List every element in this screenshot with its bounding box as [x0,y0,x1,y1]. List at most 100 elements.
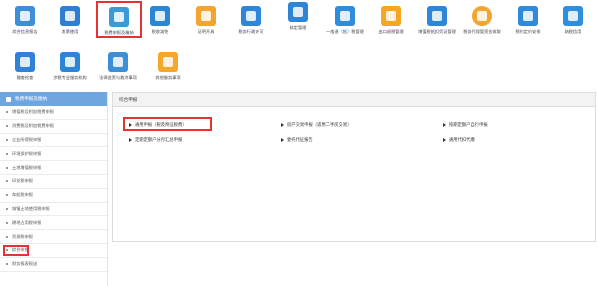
sidebar-item-label: 环境保护税申报 [12,150,42,156]
tool-label: 税费申报及缴纳 [104,30,134,35]
link-fixed-quota[interactable]: 按期定额户自行申报 [443,122,488,128]
tool-legal[interactable]: 法律追责与救济事项 [95,46,141,86]
sidebar-item-farmland[interactable]: 耕地占用税申报 [0,216,107,231]
bullet-icon [6,111,8,114]
sidebar-item-land-use[interactable]: 城镇土地使用税申报 [0,203,107,217]
tool-label: 发票使用 [61,29,79,34]
sidebar-item-label: 印花税申报 [12,178,33,184]
sidebar-item-environment[interactable]: 环境保护税申报 [0,147,107,162]
tool-label: 其他服务事项 [155,75,181,80]
tool-inspect[interactable]: 稽查检查 [2,46,48,86]
tool-label: 法律追责与救济事项 [99,75,137,80]
sidebar-item-label: 增值税及附加税费申报 [12,109,54,115]
sidebar-header[interactable]: 税费申报及缴纳 [0,92,107,106]
sidebar-item-label: 耕地占用税申报 [12,219,42,225]
tax-declare-icon [109,7,129,27]
tool-assessment[interactable]: 核定管理 [275,0,321,36]
sidebar-item-label: 财务报表报送 [12,261,38,267]
credit-icon [563,6,583,26]
sidebar-item-stamp[interactable]: 印花税申报 [0,175,107,189]
tool-label: 预约定价安排 [515,29,541,34]
tool-tax-declare[interactable]: 税费申报及缴纳 [96,1,142,38]
triangle-icon [443,138,446,142]
fund-icon [472,6,492,26]
triangle-icon [281,123,284,127]
service-toolbar: 综合信息报告 发票使用 税费申报及缴纳 税收减免 证明开具 税务行政许可 核定管… [0,0,598,92]
tax-relief-icon [150,6,170,26]
link-label: 按期定额户自行申报 [449,123,488,128]
link-withholding[interactable]: 通用代扣代缴 [443,137,475,143]
tool-label: 一般退（抵）税管理 [326,29,364,34]
sidebar-item-land-value[interactable]: 土地增值税申报 [0,161,107,175]
tool-fund[interactable]: 税务代保管资金收取 [459,0,505,40]
sidebar-item-vat[interactable]: 增值税及附加税费申报 [0,106,107,120]
export-icon [381,6,401,26]
bullet-icon [6,221,8,224]
tool-refund[interactable]: 一般退（抵）税管理 [322,0,368,40]
sidebar-item-label: 城镇土地使用税申报 [12,205,50,211]
sidebar-item-label: 资源税申报 [12,233,33,239]
tool-label: 增值税抵扣凭证管理 [418,29,456,34]
report-icon [15,6,35,26]
tool-label: 综合信息报告 [12,29,38,34]
tool-permit[interactable]: 税务行政许可 [228,0,274,40]
legal-icon [108,52,128,72]
declare-panel: 综合申报 通用申报（税及附征税费） 房产交易申报（适用二手房交易） 按期定额户自… [112,92,596,242]
sidebar-item-label: 消费税及附加税费申报 [12,123,54,129]
link-entrusted-report[interactable]: 委托代征报告 [281,137,313,143]
link-house-transaction[interactable]: 房产交易申报（适用二手房交易） [281,122,351,128]
triangle-icon [443,123,446,127]
link-label: 通用代扣代缴 [449,138,475,143]
sidebar-item-label: 车船税申报 [12,192,33,198]
sidebar-title: 税费申报及缴纳 [15,97,48,102]
tool-label: 税收减免 [151,29,169,34]
sidebar-item-comprehensive[interactable]: 综合申报 [0,244,107,258]
tool-report[interactable]: 综合信息报告 [2,0,48,40]
other-icon [158,52,178,72]
invoice-icon [60,6,80,26]
tool-label: 税务代保管资金收取 [463,29,501,34]
bullet-icon [6,207,8,210]
tool-schedule[interactable]: 预约定价安排 [505,0,551,40]
triangle-icon [129,123,132,127]
tool-label: 出口退税管理 [378,29,404,34]
tool-label: 核定管理 [289,25,307,30]
link-general-declare[interactable]: 通用申报（税及附征税费） [129,122,187,128]
link-label: 房产交易申报（适用二手房交易） [287,123,352,128]
sidebar-item-label: 土地增值税申报 [12,164,42,170]
sidebar: 税费申报及缴纳 增值税及附加税费申报 消费税及附加税费申报 企业所得税申报 环境… [0,92,108,286]
sidebar-item-financial[interactable]: 财务报表报送 [0,258,107,272]
tool-certificate[interactable]: 证明开具 [183,0,229,40]
bullet-icon [6,263,8,266]
tool-label: 税务行政许可 [238,29,264,34]
triangle-icon [281,138,284,142]
tool-agency[interactable]: 涉税专业服务机构 [47,46,93,86]
bullet-icon [6,152,8,155]
refund-icon [335,6,355,26]
link-monthly-summary[interactable]: 定期定额户分月汇总申报 [129,137,182,143]
main-content: 综合申报 通用申报（税及附征税费） 房产交易申报（适用二手房交易） 按期定额户自… [112,92,596,242]
sidebar-item-label: 企业所得税申报 [12,136,42,142]
sidebar-item-consumption[interactable]: 消费税及附加税费申报 [0,120,107,134]
tool-vat[interactable]: 增值税抵扣凭证管理 [414,0,460,40]
bullet-icon [6,166,8,169]
link-label: 通用申报（税及附征税费） [135,123,187,128]
highlight-box [3,244,29,256]
certificate-icon [196,6,216,26]
menu-icon [6,96,11,102]
tool-invoice[interactable]: 发票使用 [47,0,93,40]
chart-icon [288,2,308,22]
sidebar-item-income[interactable]: 企业所得税申报 [0,134,107,148]
tool-label: 纳税信用 [564,29,582,34]
schedule-icon [518,6,538,26]
bullet-icon [6,235,8,238]
sidebar-item-vehicle[interactable]: 车船税申报 [0,189,107,203]
tool-tax-relief[interactable]: 税收减免 [137,0,183,40]
tool-export[interactable]: 出口退税管理 [368,0,414,40]
panel-title: 综合申报 [113,93,595,107]
vat-icon [427,6,447,26]
tool-label: 稽查检查 [16,75,34,80]
tool-other[interactable]: 其他服务事项 [145,46,191,86]
sidebar-item-resource[interactable]: 资源税申报 [0,230,107,244]
tool-credit[interactable]: 纳税信用 [550,0,596,40]
